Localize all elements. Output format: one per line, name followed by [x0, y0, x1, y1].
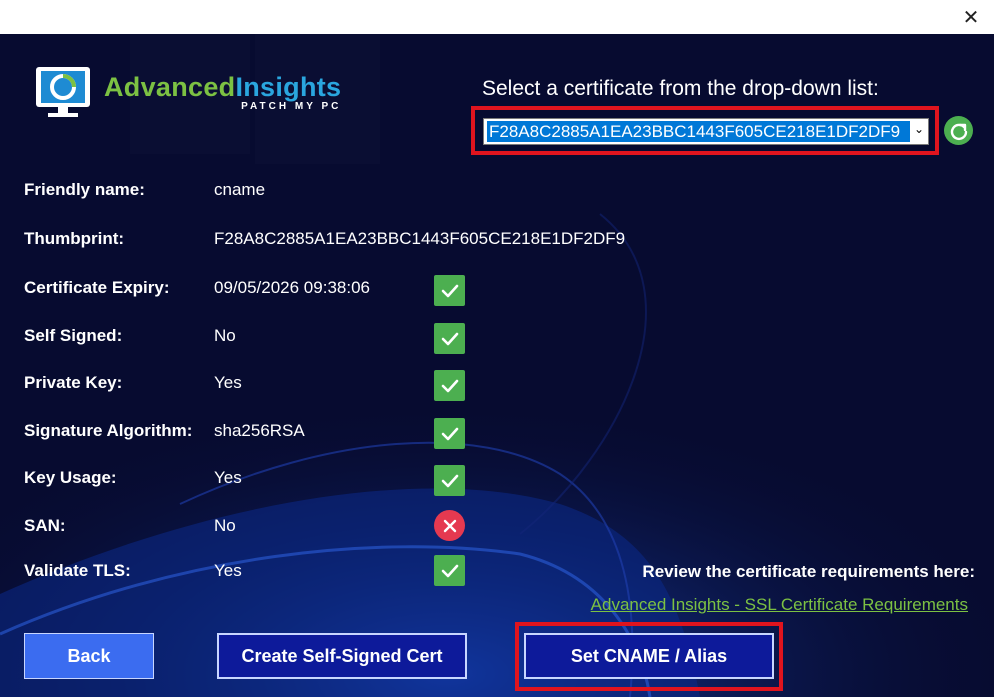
title-bar: ✕ — [0, 0, 994, 34]
certificate-dropdown[interactable]: F28A8C2885A1EA23BBC1443F605CE218E1DF2DF9… — [483, 118, 929, 145]
close-icon[interactable]: ✕ — [958, 4, 984, 30]
check-icon — [434, 275, 465, 306]
friendly-name-label: Friendly name: — [24, 180, 145, 199]
check-icon — [434, 418, 465, 449]
monitor-logo-icon — [32, 64, 94, 120]
self-signed-label: Self Signed: — [24, 326, 123, 345]
self-signed-value: No — [214, 326, 236, 345]
san-value: No — [214, 516, 236, 535]
check-icon — [434, 323, 465, 354]
app-logo: AdvancedInsights PATCH MY PC — [32, 64, 341, 120]
review-requirements-text: Review the certificate requirements here… — [642, 562, 975, 581]
certificate-dropdown-value: F28A8C2885A1EA23BBC1443F605CE218E1DF2DF9 — [487, 121, 910, 142]
back-button[interactable]: Back — [24, 633, 154, 679]
key-usage-label: Key Usage: — [24, 468, 117, 487]
main-panel: AdvancedInsights PATCH MY PC Select a ce… — [0, 34, 994, 697]
certificate-expiry-value: 09/05/2026 09:38:06 — [214, 278, 370, 297]
private-key-label: Private Key: — [24, 373, 123, 392]
ssl-requirements-link[interactable]: Advanced Insights - SSL Certificate Requ… — [591, 595, 968, 615]
refresh-icon[interactable] — [944, 116, 973, 145]
validate-tls-value: Yes — [214, 561, 242, 580]
thumbprint-value: F28A8C2885A1EA23BBC1443F605CE218E1DF2DF9 — [214, 229, 626, 248]
check-icon — [434, 465, 465, 496]
signature-algorithm-value: sha256RSA — [214, 421, 305, 440]
key-usage-value: Yes — [214, 468, 242, 487]
app-window: ✕ AdvancedInsights PATCH MY PC Select a … — [0, 0, 994, 697]
san-label: SAN: — [24, 516, 66, 535]
create-self-signed-cert-button[interactable]: Create Self-Signed Cert — [217, 633, 467, 679]
certificate-select-highlight: F28A8C2885A1EA23BBC1443F605CE218E1DF2DF9… — [471, 106, 939, 155]
friendly-name-value: cname — [214, 180, 266, 199]
signature-algorithm-label: Signature Algorithm: — [24, 421, 193, 440]
certificate-expiry-label: Certificate Expiry: — [24, 278, 170, 297]
validate-tls-label: Validate TLS: — [24, 561, 131, 580]
private-key-value: Yes — [214, 373, 242, 392]
set-cname-alias-button[interactable]: Set CNAME / Alias — [524, 633, 774, 679]
thumbprint-label: Thumbprint: — [24, 229, 125, 248]
check-icon — [434, 555, 465, 586]
x-icon — [434, 510, 465, 541]
chevron-down-icon[interactable]: ⌄ — [914, 122, 924, 136]
check-icon — [434, 370, 465, 401]
logo-title: AdvancedInsights — [104, 72, 342, 102]
certificate-select-label: Select a certificate from the drop-down … — [482, 77, 879, 100]
